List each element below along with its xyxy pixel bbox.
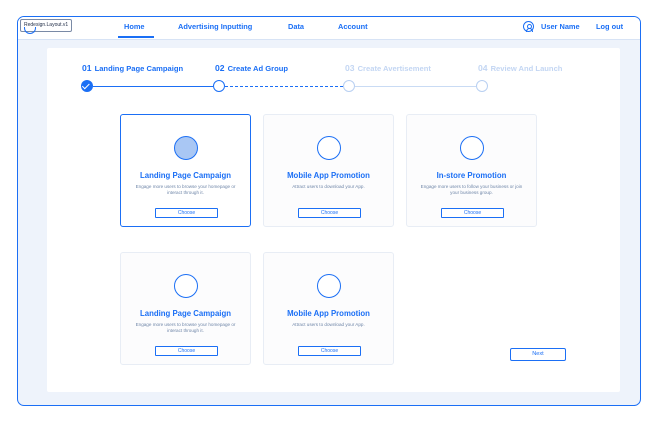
step-1-check-icon [81, 80, 93, 92]
choose-button[interactable]: Choose [298, 346, 361, 356]
step-2-node [213, 80, 225, 92]
campaign-circle-icon [317, 136, 341, 160]
campaign-circle-icon [174, 274, 198, 298]
step-1-number: 01 [82, 63, 92, 73]
nav-account[interactable]: Account [338, 22, 368, 31]
card-description: Attract users to download your App. [292, 322, 365, 327]
logout-link[interactable]: Log out [596, 22, 623, 31]
step-1-title: Landing Page Campaign [94, 64, 184, 73]
choose-button[interactable]: Choose [155, 208, 218, 218]
campaign-circle-icon [174, 136, 198, 160]
nav-home-underline [118, 36, 154, 38]
app-window: Redesign.Layout.v1 Home Advertising Inpu… [17, 16, 641, 406]
card-description: Engage more users to browse your homepag… [135, 184, 236, 195]
step-2-number: 02 [215, 63, 225, 73]
card-title: Landing Page Campaign [140, 309, 231, 318]
card-title: Mobile App Promotion [287, 171, 370, 180]
card-description: Engage more users to browse your homepag… [135, 322, 236, 333]
step-3-title: Create Avertisement [357, 64, 431, 73]
logo-arc-icon [24, 27, 36, 34]
step-4-number: 04 [478, 63, 488, 73]
campaign-circle-icon [460, 136, 484, 160]
step-4-title: Review And Launch [490, 64, 563, 73]
user-avatar-icon[interactable] [523, 21, 534, 32]
campaign-card-landing-page-2[interactable]: Landing Page Campaign Engage more users … [120, 252, 251, 365]
progress-line-3 [355, 85, 476, 87]
card-description: Attract users to download your App. [292, 184, 365, 189]
choose-button[interactable]: Choose [155, 346, 218, 356]
campaign-card-landing-page[interactable]: Landing Page Campaign Engage more users … [120, 114, 251, 227]
card-title: In-store Promotion [436, 171, 507, 180]
step-3-label: 03 Create Avertisement [345, 63, 431, 73]
step-3-node [343, 80, 355, 92]
step-2-title: Create Ad Group [227, 64, 289, 73]
campaign-card-in-store[interactable]: In-store Promotion Engage more users to … [406, 114, 537, 227]
step-3-number: 03 [345, 63, 355, 73]
campaign-circle-icon [317, 274, 341, 298]
campaign-card-mobile-app[interactable]: Mobile App Promotion Attract users to do… [263, 114, 394, 227]
nav-data[interactable]: Data [288, 22, 304, 31]
progress-line-2 [225, 85, 343, 87]
step-4-label: 04 Review And Launch [478, 63, 562, 73]
step-1-label: 01 Landing Page Campaign [82, 63, 183, 73]
step-2-label: 02 Create Ad Group [215, 63, 288, 73]
nav-advertising-inputting[interactable]: Advertising Inputting [178, 22, 252, 31]
choose-button[interactable]: Choose [441, 208, 504, 218]
card-title: Landing Page Campaign [140, 171, 231, 180]
step-4-node [476, 80, 488, 92]
card-description: Engage more users to follow your busines… [420, 184, 523, 195]
main-panel: 01 Landing Page Campaign 02 Create Ad Grou… [47, 48, 620, 392]
top-nav-bar: Redesign.Layout.v1 Home Advertising Inpu… [18, 17, 640, 40]
campaign-card-mobile-app-2[interactable]: Mobile App Promotion Attract users to do… [263, 252, 394, 365]
choose-button[interactable]: Choose [298, 208, 361, 218]
progress-line-1 [93, 85, 213, 87]
nav-home[interactable]: Home [124, 22, 145, 31]
next-button[interactable]: Next [510, 348, 566, 361]
user-name-link[interactable]: User Name [541, 22, 580, 31]
card-title: Mobile App Promotion [287, 309, 370, 318]
